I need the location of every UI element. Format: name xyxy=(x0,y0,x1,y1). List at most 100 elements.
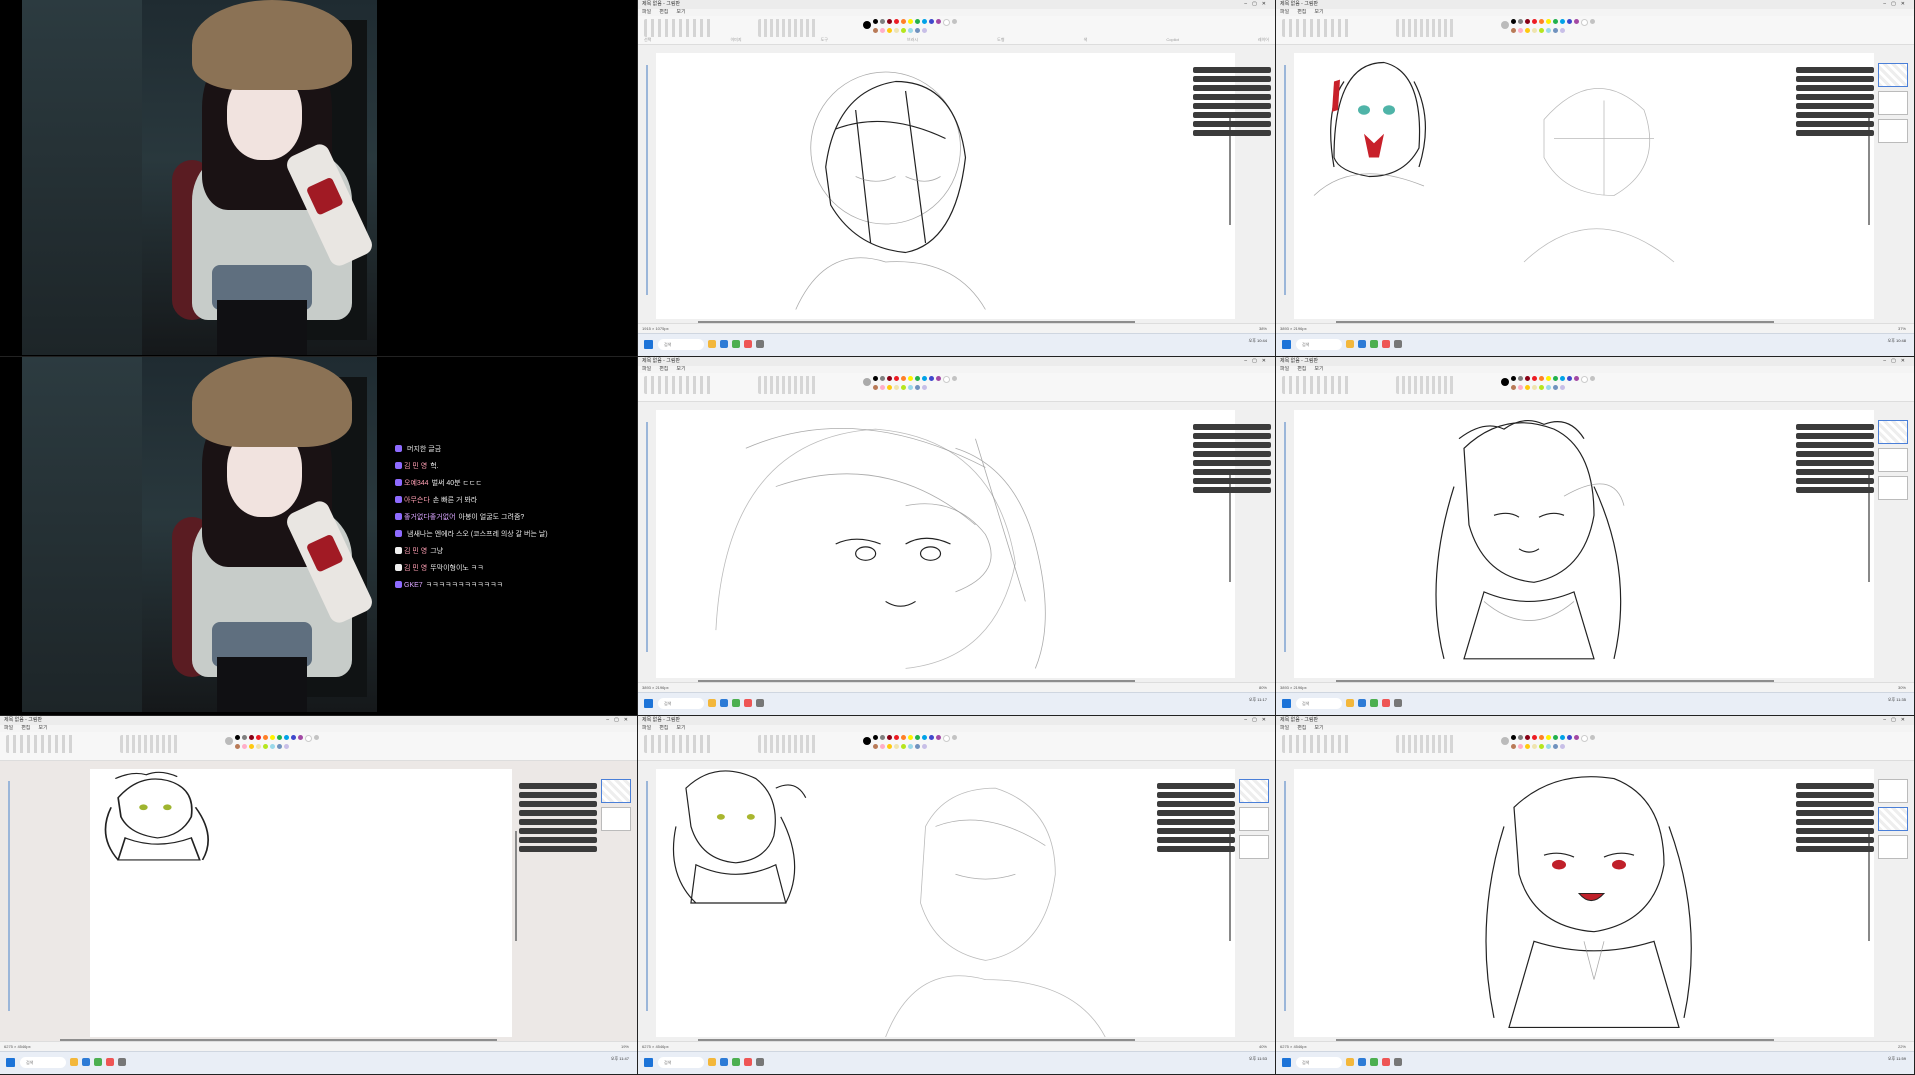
color-swatch[interactable] xyxy=(277,735,282,740)
color-swatch[interactable] xyxy=(880,376,885,381)
color-swatch[interactable] xyxy=(880,744,885,749)
color-swatch[interactable] xyxy=(270,735,275,740)
color-swatch[interactable] xyxy=(1553,744,1558,749)
color-swatch[interactable] xyxy=(1553,28,1558,33)
taskbar-search[interactable]: 검색 xyxy=(1296,698,1342,709)
paint-window[interactable]: 제목 없음 - 그림판 –▢✕ 파일 편집 보기 xyxy=(1276,716,1915,1075)
color-swatch[interactable] xyxy=(1546,735,1551,740)
color-swatch[interactable] xyxy=(894,19,899,24)
menu-edit[interactable]: 편집 xyxy=(1297,725,1306,731)
taskbar[interactable]: 검색 오후 11:17 xyxy=(638,692,1275,715)
color-swatch[interactable] xyxy=(936,19,941,24)
color-swatch[interactable] xyxy=(1525,376,1530,381)
color-swatch[interactable] xyxy=(880,28,885,33)
clock[interactable]: 오후 11:59 xyxy=(1888,1056,1906,1062)
drawing-canvas[interactable] xyxy=(90,769,512,1037)
canvas-area[interactable] xyxy=(1276,402,1914,683)
color-swatch[interactable] xyxy=(1590,376,1595,381)
color-swatch[interactable] xyxy=(894,735,899,740)
layers-panel[interactable] xyxy=(1878,779,1910,863)
color-swatch[interactable] xyxy=(263,744,268,749)
layer-thumb[interactable] xyxy=(1878,835,1908,859)
color-swatch[interactable] xyxy=(1560,28,1565,33)
drawing-canvas[interactable] xyxy=(656,769,1235,1037)
menu-view[interactable]: 보기 xyxy=(676,725,685,731)
clock[interactable]: 오후 11:47 xyxy=(611,1056,629,1062)
color-swatch[interactable] xyxy=(915,385,920,390)
layer-thumb[interactable] xyxy=(1878,119,1908,143)
color-swatch[interactable] xyxy=(1511,735,1516,740)
color-swatch[interactable] xyxy=(1581,735,1588,742)
color-swatch[interactable] xyxy=(1539,385,1544,390)
taskbar-search[interactable]: 검색 xyxy=(658,698,704,709)
menu-file[interactable]: 파일 xyxy=(1280,725,1289,731)
color-swatch[interactable] xyxy=(284,744,289,749)
paint-window[interactable]: 제목 없음 - 그림판 –▢✕ 파일 편집 보기 xyxy=(0,716,638,1075)
drawing-canvas[interactable] xyxy=(656,410,1235,678)
vertical-scrollbar[interactable] xyxy=(515,831,517,941)
color-swatch[interactable] xyxy=(1539,376,1544,381)
taskbar-apps[interactable] xyxy=(70,1058,126,1066)
color-swatch[interactable] xyxy=(298,735,303,740)
taskbar-search[interactable]: 검색 xyxy=(1296,339,1342,350)
layer-thumb[interactable] xyxy=(1878,91,1908,115)
menu-edit[interactable]: 편집 xyxy=(1297,366,1306,372)
color-swatch[interactable] xyxy=(284,735,289,740)
taskbar[interactable]: 검색 오후 11:59 xyxy=(1276,1051,1914,1074)
color-swatch[interactable] xyxy=(1525,385,1530,390)
window-titlebar[interactable]: 제목 없음 - 그림판 –▢✕ xyxy=(1276,716,1914,725)
color-swatch[interactable] xyxy=(887,28,892,33)
color-swatch[interactable] xyxy=(936,735,941,740)
color-swatch[interactable] xyxy=(922,735,927,740)
taskbar-apps[interactable] xyxy=(708,340,764,348)
color-swatch[interactable] xyxy=(1511,28,1516,33)
menu-view[interactable]: 보기 xyxy=(38,725,47,731)
color-swatch[interactable] xyxy=(235,735,240,740)
color-swatch[interactable] xyxy=(235,744,240,749)
color-swatch[interactable] xyxy=(943,735,950,742)
window-titlebar[interactable]: 제목 없음 - 그림판 –▢✕ xyxy=(638,357,1275,366)
layers-panel[interactable] xyxy=(1878,420,1910,504)
color-swatch[interactable] xyxy=(1581,376,1588,383)
current-color-swatch[interactable] xyxy=(1501,21,1509,29)
taskbar-apps[interactable] xyxy=(708,699,764,707)
tools-group[interactable] xyxy=(1282,19,1352,37)
color-swatch[interactable] xyxy=(1581,19,1588,26)
window-controls[interactable]: –▢✕ xyxy=(1244,357,1271,366)
color-swatch[interactable] xyxy=(1511,385,1516,390)
color-palette[interactable] xyxy=(873,19,963,33)
brush-size-slider[interactable] xyxy=(1284,65,1286,295)
layer-thumb[interactable] xyxy=(1878,807,1908,831)
paint-window[interactable]: 제목 없음 - 그림판 –▢✕ 파일 편집 보기 xyxy=(638,357,1276,716)
color-swatch[interactable] xyxy=(1590,735,1595,740)
start-icon[interactable] xyxy=(1282,1058,1291,1067)
paint-window[interactable]: 제목 없음 - 그림판 –▢✕ 파일 편집 보기 xyxy=(638,716,1276,1075)
color-swatch[interactable] xyxy=(894,744,899,749)
menu-edit[interactable]: 편집 xyxy=(659,366,668,372)
color-swatch[interactable] xyxy=(1518,744,1523,749)
color-swatch[interactable] xyxy=(887,376,892,381)
color-swatch[interactable] xyxy=(915,28,920,33)
start-icon[interactable] xyxy=(644,1058,653,1067)
color-swatch[interactable] xyxy=(1518,735,1523,740)
layer-thumb[interactable] xyxy=(1878,779,1908,803)
paint-window[interactable]: 제목 없음 - 그림판 –▢✕ 파일 편집 보기 선택 이미지 도구 브러시 도형 색 Copil… xyxy=(638,0,1276,357)
color-swatch[interactable] xyxy=(1553,735,1558,740)
color-swatch[interactable] xyxy=(915,744,920,749)
layer-thumb[interactable] xyxy=(1878,63,1908,87)
start-icon[interactable] xyxy=(644,340,653,349)
menu-view[interactable]: 보기 xyxy=(676,9,685,15)
shapes-group[interactable] xyxy=(1396,735,1456,753)
color-swatch[interactable] xyxy=(880,735,885,740)
menu-file[interactable]: 파일 xyxy=(642,9,651,15)
color-swatch[interactable] xyxy=(908,735,913,740)
layers-panel[interactable] xyxy=(1878,63,1910,147)
color-swatch[interactable] xyxy=(1590,19,1595,24)
menu-file[interactable]: 파일 xyxy=(4,725,13,731)
color-swatch[interactable] xyxy=(936,376,941,381)
window-titlebar[interactable]: 제목 없음 - 그림판 –▢✕ xyxy=(638,0,1275,9)
color-swatch[interactable] xyxy=(915,376,920,381)
color-swatch[interactable] xyxy=(1546,28,1551,33)
menu-edit[interactable]: 편집 xyxy=(659,725,668,731)
window-controls[interactable]: –▢✕ xyxy=(1244,716,1271,725)
